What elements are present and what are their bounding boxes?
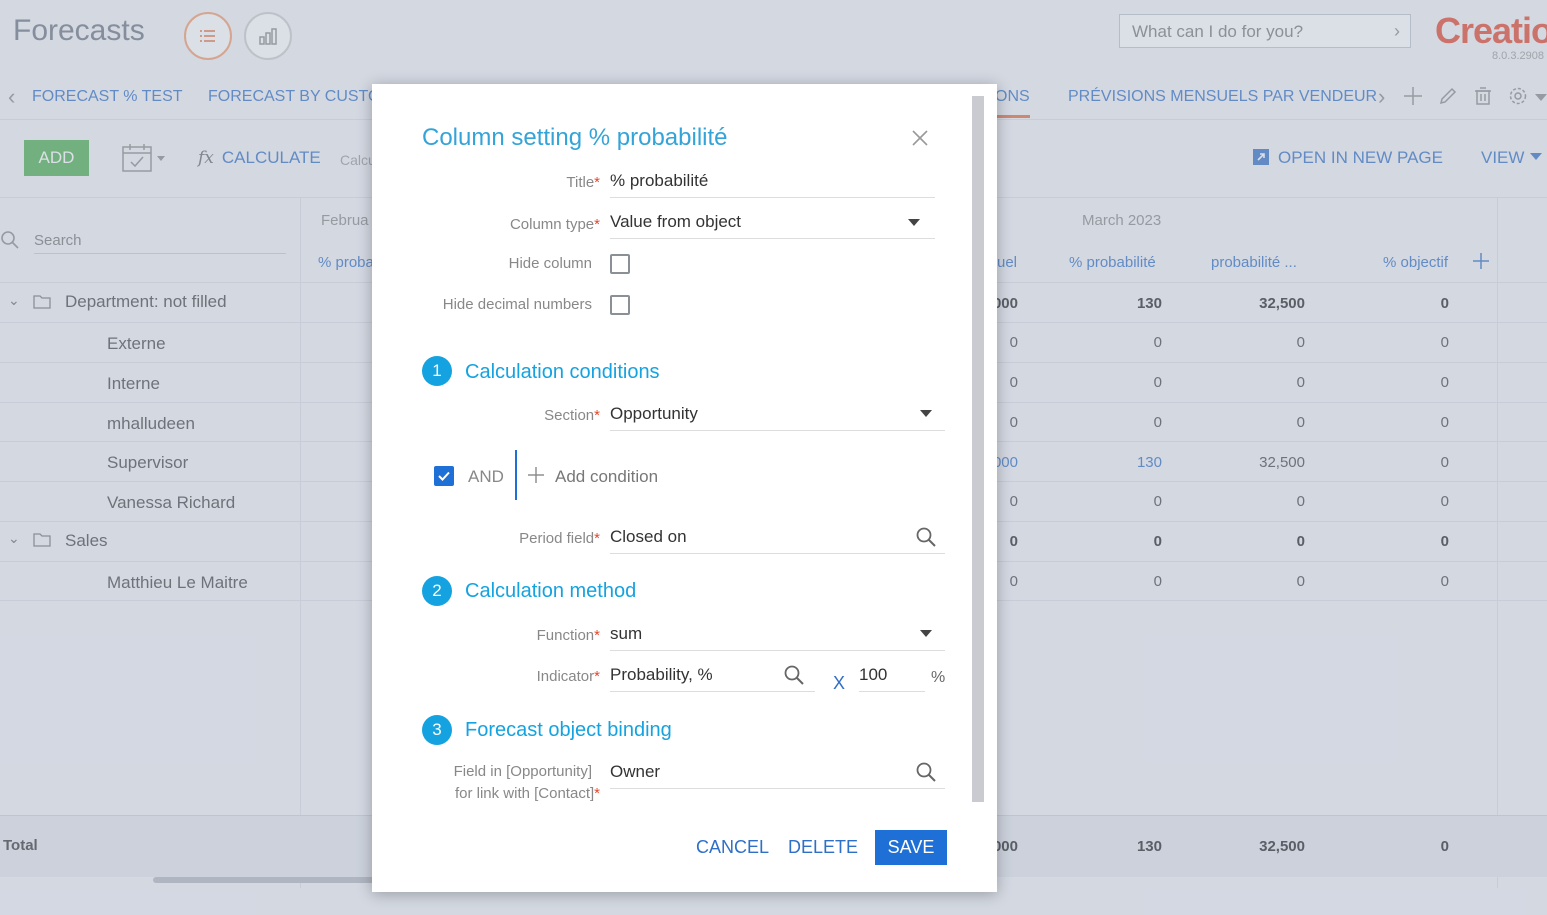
required-marker: * <box>594 668 600 685</box>
condition-group-line <box>515 450 517 500</box>
and-label: AND <box>468 467 504 486</box>
step-number: 3 <box>422 715 452 745</box>
binding-field-label-line1: Field in [Opportunity] <box>453 763 592 780</box>
section-label-text: Section <box>544 407 595 424</box>
multiplier-symbol: X <box>833 673 846 693</box>
hide-column-label: Hide column <box>508 255 592 272</box>
column-setting-dialog: Column setting % probabilité Title* % pr… <box>372 84 997 892</box>
delete-button[interactable]: DELETE <box>788 837 858 858</box>
required-marker: * <box>594 627 600 644</box>
add-condition-label: Add condition <box>555 467 659 486</box>
hide-decimal-label: Hide decimal numbers <box>442 296 592 313</box>
binding-field-label-text: for link with [Contact] <box>454 785 595 802</box>
chevron-down-icon[interactable] <box>920 630 932 637</box>
plus-icon <box>528 467 544 483</box>
cancel-button[interactable]: CANCEL <box>696 837 769 858</box>
section-title: Calculation method <box>465 580 637 602</box>
binding-field-input[interactable]: Owner <box>610 762 945 789</box>
section-title: Forecast object binding <box>465 719 672 741</box>
function-select[interactable]: sum <box>610 624 945 651</box>
required-marker: * <box>594 407 600 424</box>
search-icon[interactable] <box>783 664 805 686</box>
and-checkbox[interactable] <box>434 466 454 486</box>
title-label-text: Title <box>566 174 595 191</box>
period-field-label: Period field* <box>519 530 600 547</box>
title-field[interactable]: % probabilité <box>610 171 935 198</box>
scrollbar-thumb[interactable] <box>972 96 984 802</box>
required-marker: * <box>594 216 600 233</box>
hide-column-checkbox[interactable] <box>610 254 630 274</box>
period-field-label-text: Period field <box>519 530 595 547</box>
chevron-down-icon[interactable] <box>908 219 920 226</box>
column-type-select[interactable]: Value from object <box>610 212 935 239</box>
dialog-title: Column setting % probabilité <box>422 124 728 151</box>
required-marker: * <box>594 174 600 191</box>
chevron-down-icon[interactable] <box>920 410 932 417</box>
column-type-label-text: Column type <box>509 216 595 233</box>
function-label: Function* <box>537 627 600 644</box>
function-label-text: Function <box>536 627 595 644</box>
indicator-label: Indicator* <box>537 668 600 685</box>
section-label: Section* <box>544 407 600 424</box>
binding-field-label-line2: for link with [Contact]* <box>455 785 600 802</box>
checkmark-icon <box>438 471 450 481</box>
step-number: 1 <box>422 356 452 386</box>
period-field-input[interactable]: Closed on <box>610 527 945 554</box>
column-type-label: Column type* <box>510 216 600 233</box>
search-icon[interactable] <box>915 526 937 548</box>
save-button[interactable]: SAVE <box>875 830 947 865</box>
title-label: Title* <box>566 174 600 191</box>
close-icon[interactable] <box>910 128 930 148</box>
add-condition-button[interactable]: Add condition <box>527 466 658 487</box>
hide-decimal-checkbox[interactable] <box>610 295 630 315</box>
multiplier-input[interactable]: 100 <box>859 665 925 692</box>
dialog-scrollbar[interactable] <box>972 96 984 802</box>
section-select[interactable]: Opportunity <box>610 404 945 431</box>
indicator-label-text: Indicator <box>536 668 595 685</box>
step-number: 2 <box>422 576 452 606</box>
search-icon[interactable] <box>915 761 937 783</box>
section-title: Calculation conditions <box>465 361 660 383</box>
required-marker: * <box>594 530 600 547</box>
percent-symbol: % <box>931 669 946 686</box>
required-marker: * <box>594 785 600 802</box>
